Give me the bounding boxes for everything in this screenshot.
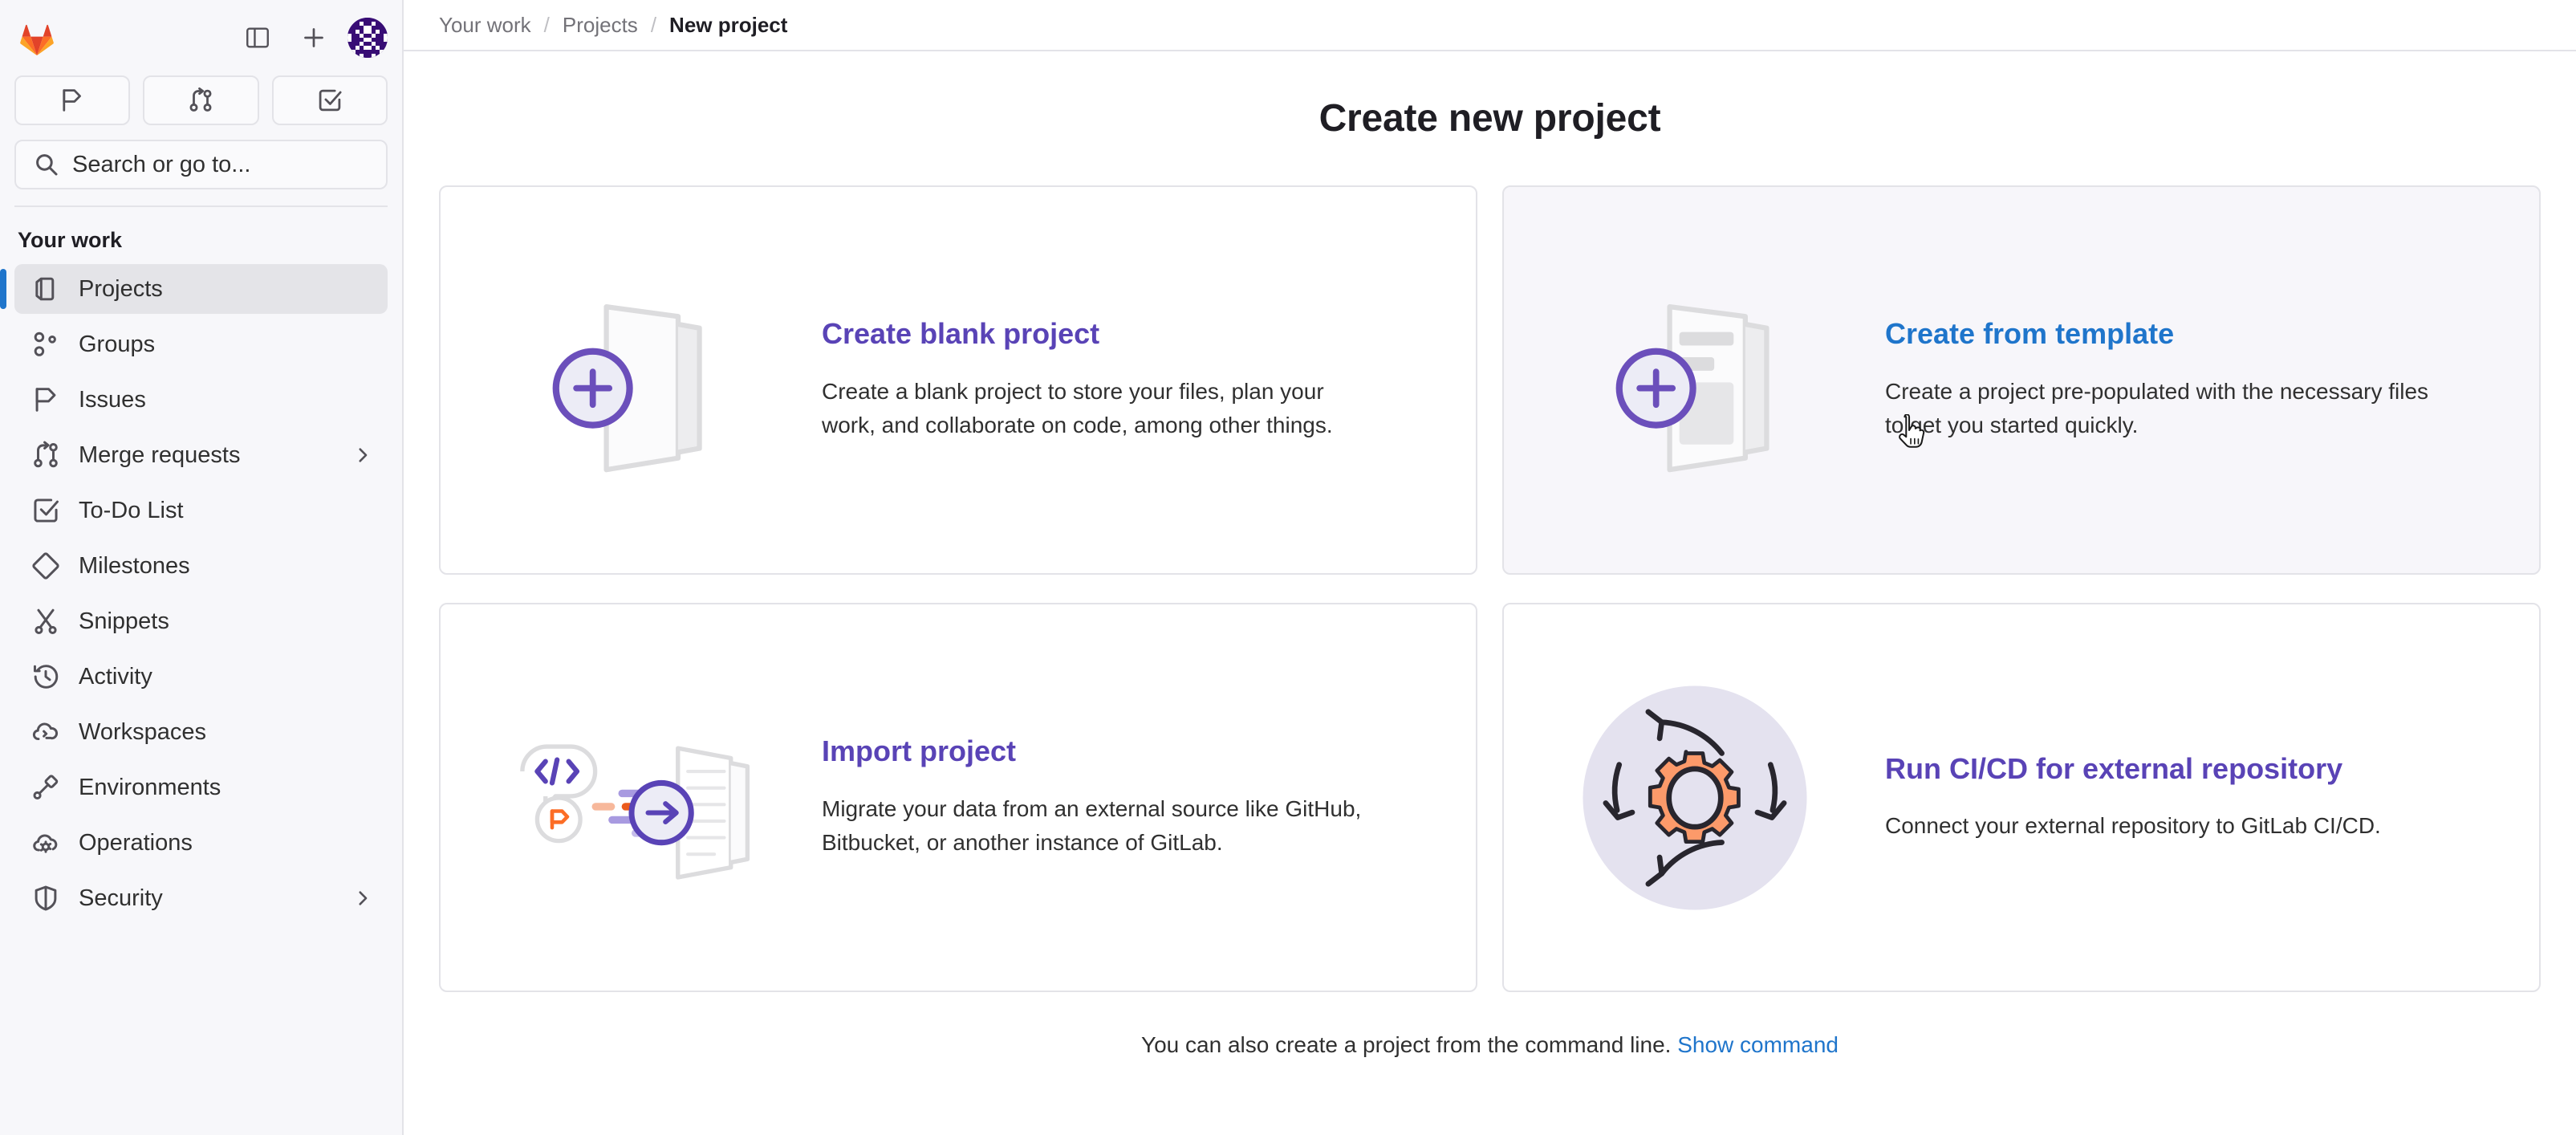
sidebar-item-label: Activity (79, 664, 373, 690)
create-from-template-card[interactable]: Create from template Create a project pr… (1502, 185, 2541, 575)
search-input[interactable]: Search or go to... (14, 140, 388, 189)
shield-icon (30, 883, 61, 913)
sidebar-item-merge-requests[interactable]: Merge requests (14, 430, 388, 480)
card-title[interactable]: Create from template (1885, 317, 2494, 350)
card-text: Create from template Create a project pr… (1885, 317, 2539, 442)
blank-project-illustration (441, 187, 822, 573)
chevron-right-icon (352, 888, 373, 909)
sidebar-item-label: Milestones (79, 553, 373, 580)
sidebar-item-operations[interactable]: Operations (14, 818, 388, 868)
tab-issues[interactable] (14, 75, 130, 125)
card-title[interactable]: Run CI/CD for external repository (1885, 752, 2494, 785)
sidebar-item-label: Issues (79, 387, 373, 413)
sidebar-item-label: Projects (79, 276, 373, 303)
sidebar-item-activity[interactable]: Activity (14, 652, 388, 702)
sidebar-item-security[interactable]: Security (14, 873, 388, 923)
sidebar-item-label: Environments (79, 775, 373, 801)
card-text: Create blank project Create a blank proj… (822, 317, 1476, 442)
page-title: Create new project (439, 96, 2541, 140)
sidebar-item-issues[interactable]: Issues (14, 375, 388, 425)
sidebar-item-environments[interactable]: Environments (14, 763, 388, 812)
sidebar-item-label: Snippets (79, 608, 373, 635)
main-content: Your work / Projects / New project Creat… (404, 0, 2576, 1135)
command-line-note-text: You can also create a project from the c… (1141, 1032, 1671, 1057)
sidebar-item-workspaces[interactable]: Workspaces (14, 707, 388, 757)
tab-todo-list[interactable] (272, 75, 388, 125)
sidebar-header-row (14, 11, 388, 64)
breadcrumb-separator: / (651, 13, 656, 38)
sidebar-item-milestones[interactable]: Milestones (14, 541, 388, 591)
issues-icon (30, 384, 61, 415)
project-creation-options: Create blank project Create a blank proj… (439, 185, 2541, 992)
run-cicd-external-repo-card[interactable]: Run CI/CD for external repository Connec… (1502, 603, 2541, 992)
sidebar-item-snippets[interactable]: Snippets (14, 596, 388, 646)
avatar[interactable] (347, 18, 388, 58)
cicd-gear-illustration (1504, 604, 1885, 991)
tab-merge-requests[interactable] (143, 75, 258, 125)
import-project-card[interactable]: Import project Migrate your data from an… (439, 603, 1477, 992)
sidebar-item-projects[interactable]: Projects (14, 264, 388, 314)
sidebar-nav-list: Projects Groups Issues (0, 264, 402, 929)
card-description: Create a project pre-populated with the … (1885, 375, 2447, 443)
card-description: Connect your external repository to GitL… (1885, 809, 2447, 844)
content-area: Create new project Create blank project (404, 51, 2576, 1135)
sidebar-header-actions (235, 15, 388, 60)
gitlab-new-project-page: Search or go to... Your work Projects (0, 0, 2576, 1135)
breadcrumb-item-your-work[interactable]: Your work (439, 13, 531, 38)
sidebar-item-groups[interactable]: Groups (14, 319, 388, 369)
history-clock-icon (30, 661, 61, 692)
primary-navigation-sidebar: Search or go to... Your work Projects (0, 0, 404, 1135)
merge-request-icon (30, 440, 61, 470)
cloud-gear-icon (30, 828, 61, 858)
breadcrumb-item-projects[interactable]: Projects (563, 13, 638, 38)
sidebar-item-label: Groups (79, 332, 373, 358)
milestone-icon (30, 551, 61, 581)
group-icon (30, 329, 61, 360)
snippet-scissors-icon (30, 606, 61, 637)
breadcrumb: Your work / Projects / New project (404, 0, 2576, 51)
card-description: Create a blank project to store your fil… (822, 375, 1383, 443)
command-line-note: You can also create a project from the c… (439, 1032, 2541, 1058)
card-text: Run CI/CD for external repository Connec… (1885, 752, 2539, 844)
cloud-terminal-icon (30, 717, 61, 747)
sidebar-top-area: Search or go to... (0, 0, 402, 207)
gitlab-logo-icon[interactable] (14, 15, 59, 60)
chevron-right-icon (352, 445, 373, 466)
sidebar-item-label: Operations (79, 830, 373, 856)
card-title[interactable]: Create blank project (822, 317, 1431, 350)
sidebar-quick-tabs (14, 75, 388, 125)
breadcrumb-item-new-project: New project (669, 13, 787, 38)
search-icon (34, 152, 59, 177)
toggle-sidebar-icon[interactable] (235, 15, 280, 60)
card-title[interactable]: Import project (822, 734, 1431, 767)
breadcrumb-separator: / (544, 13, 550, 38)
sidebar-item-todo-list[interactable]: To-Do List (14, 486, 388, 535)
sidebar-item-label: To-Do List (79, 498, 373, 524)
sidebar-item-label: Security (79, 885, 335, 912)
sidebar-section-title: Your work (0, 207, 402, 264)
template-project-illustration (1504, 187, 1885, 573)
show-command-link[interactable]: Show command (1677, 1032, 1839, 1057)
environment-icon (30, 772, 61, 803)
todo-check-icon (30, 495, 61, 526)
card-description: Migrate your data from an external sourc… (822, 792, 1383, 860)
card-text: Import project Migrate your data from an… (822, 734, 1476, 860)
project-icon (30, 274, 61, 304)
sidebar-item-label: Workspaces (79, 719, 373, 746)
create-blank-project-card[interactable]: Create blank project Create a blank proj… (439, 185, 1477, 575)
search-placeholder: Search or go to... (72, 152, 250, 178)
sidebar-item-label: Merge requests (79, 442, 335, 469)
plus-icon[interactable] (291, 15, 336, 60)
import-project-illustration (441, 604, 822, 991)
